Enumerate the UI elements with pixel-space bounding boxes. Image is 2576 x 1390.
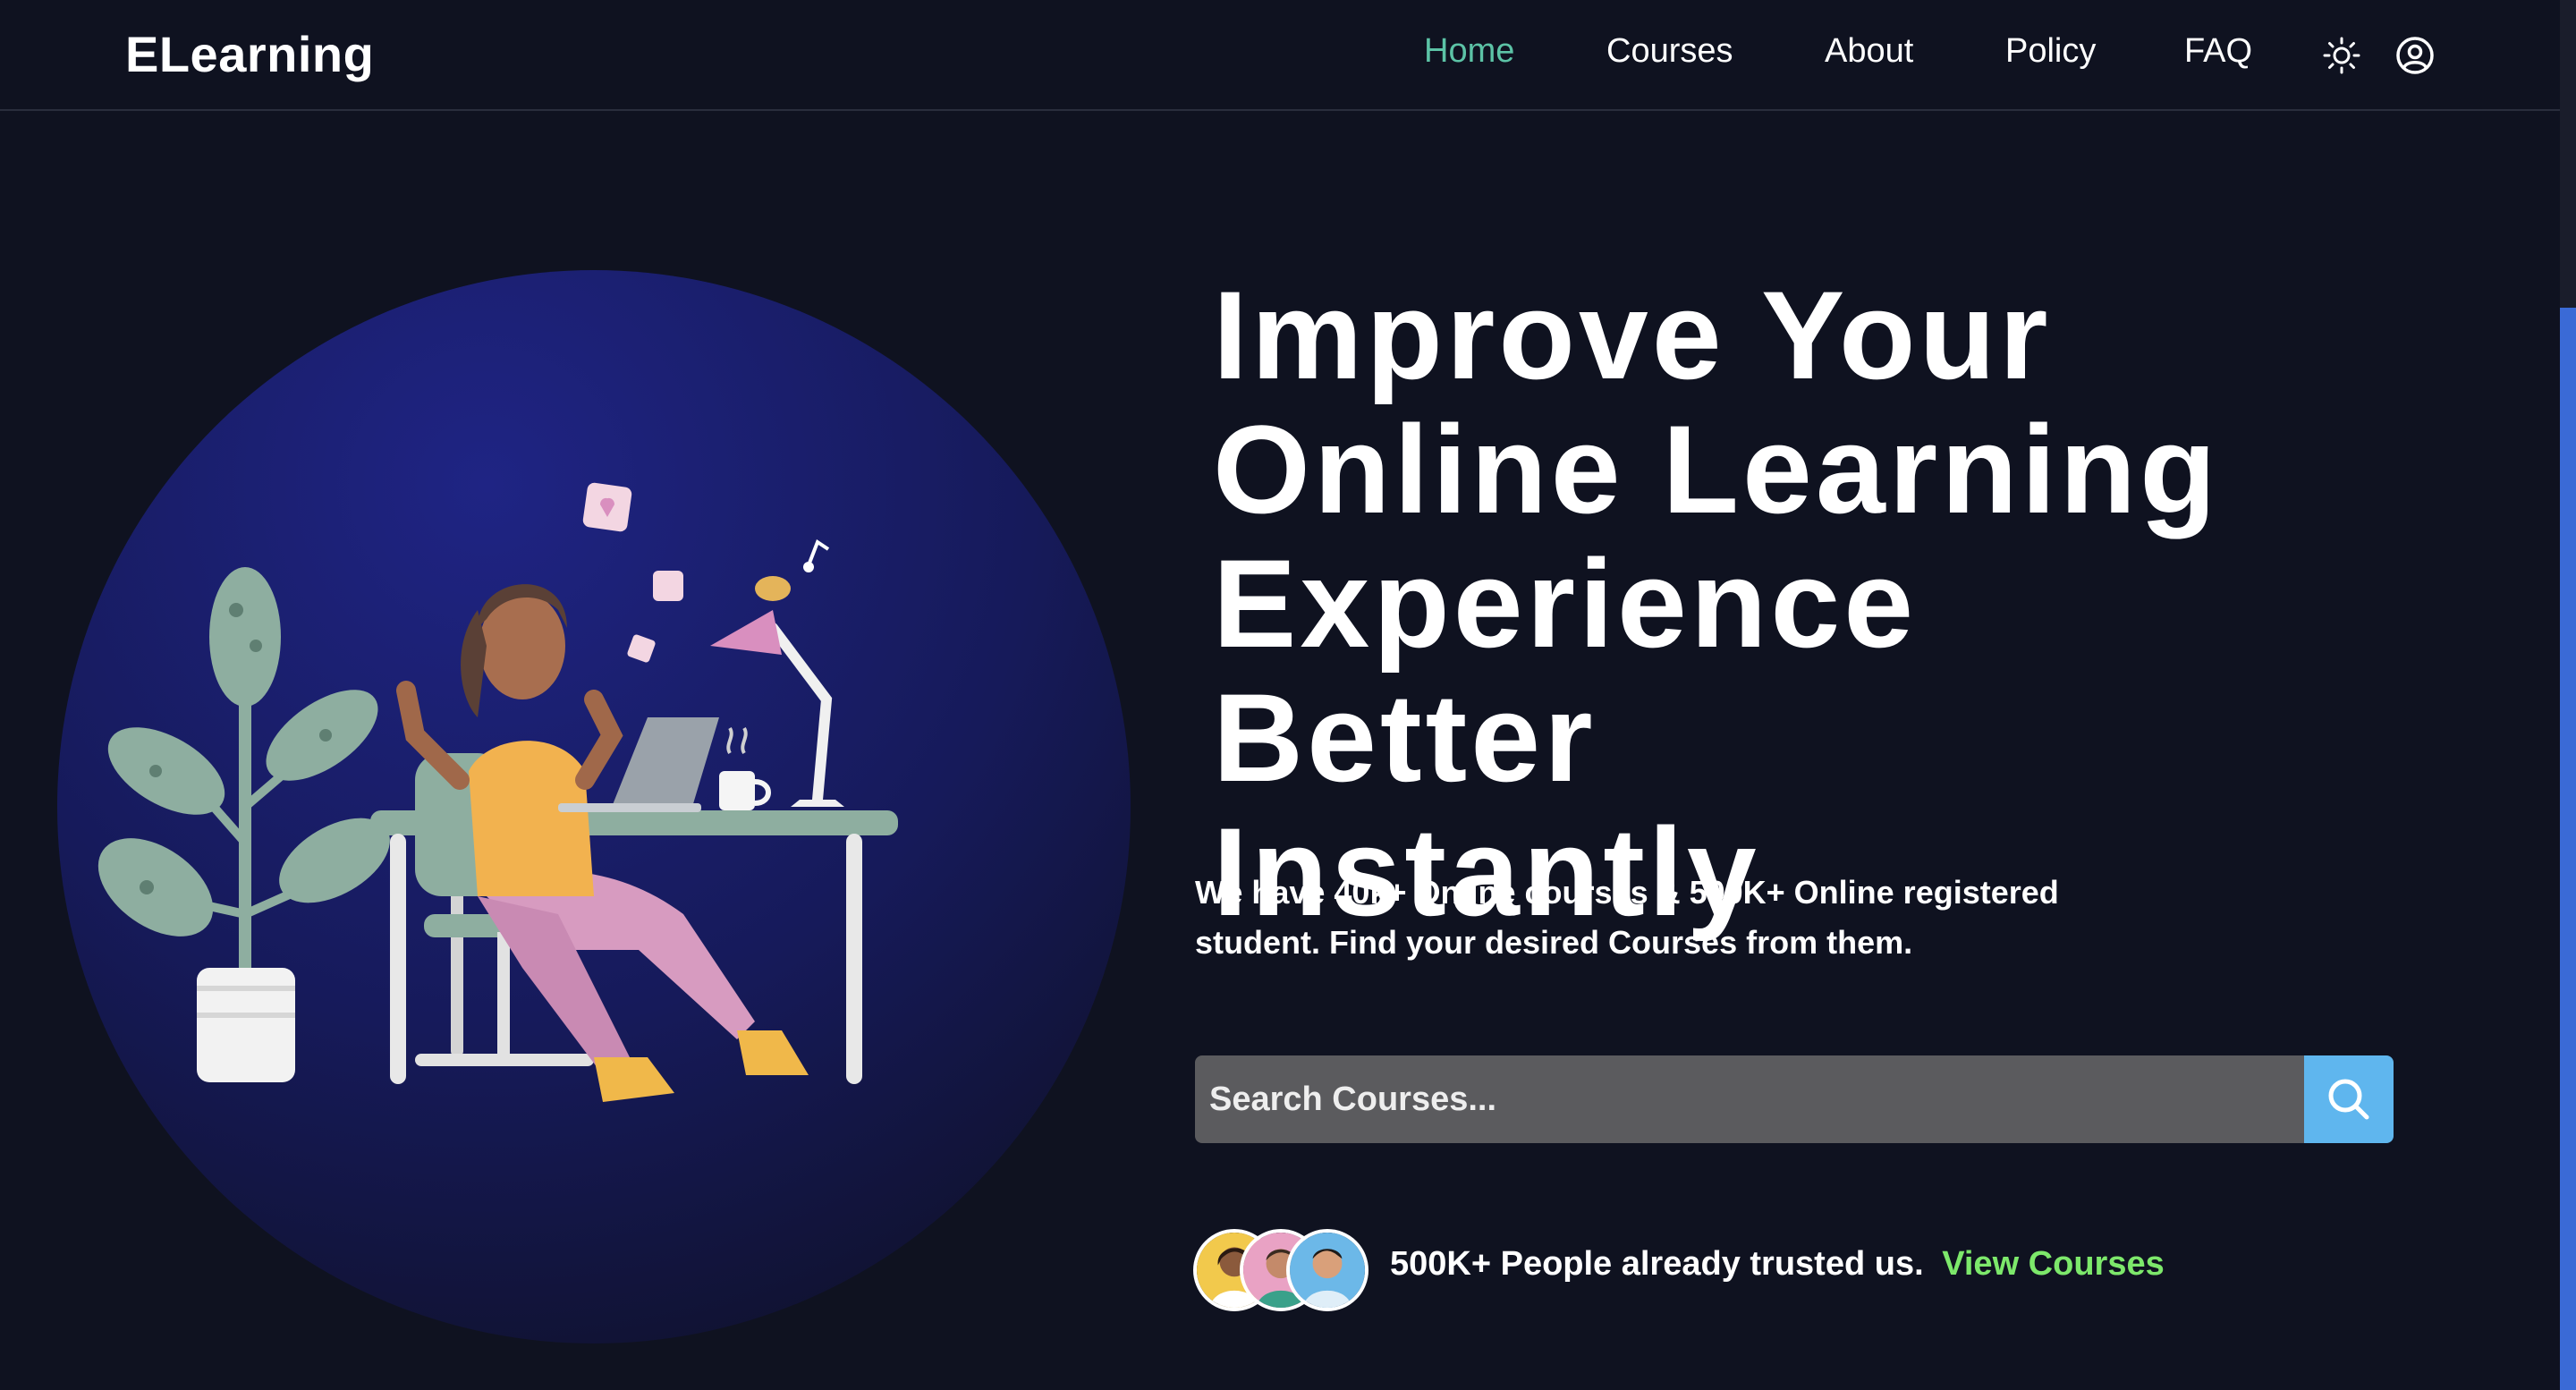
subtext-line-1: We have 40k+ Online courses & 500K+ Onli… xyxy=(1195,874,2059,911)
search-icon xyxy=(2328,1079,2369,1120)
user-circle-icon xyxy=(2396,37,2434,74)
subtext-line-2: student. Find your desired Courses from … xyxy=(1195,924,1913,961)
course-search-bar xyxy=(1195,1055,2394,1143)
headline-line-1: Improve Your xyxy=(1213,265,2052,405)
scrollbar-thumb[interactable] xyxy=(2560,308,2576,1390)
sun-icon xyxy=(2323,37,2360,74)
hero-headline: Improve Your Online Learning Experience … xyxy=(1213,268,2286,939)
hero-illustration xyxy=(57,270,1131,1343)
nav-home[interactable]: Home xyxy=(1424,32,1514,79)
nav-about[interactable]: About xyxy=(1825,32,1913,79)
hero-subtext: We have 40k+ Online courses & 500K+ Onli… xyxy=(1195,868,2089,968)
nav-courses[interactable]: Courses xyxy=(1606,32,1733,79)
account-button[interactable] xyxy=(2394,34,2436,77)
top-navbar: ELearning Home Courses About Policy FAQ xyxy=(0,0,2560,111)
site-logo[interactable]: ELearning xyxy=(125,25,374,83)
trust-row: 500K+ People already trusted us. View Co… xyxy=(1390,1245,2165,1284)
avatar-stack xyxy=(1193,1229,1372,1313)
page-scrollbar[interactable] xyxy=(2560,0,2576,1390)
search-input[interactable] xyxy=(1195,1055,2304,1143)
nav-policy[interactable]: Policy xyxy=(2005,32,2096,79)
view-courses-link[interactable]: View Courses xyxy=(1942,1245,2165,1283)
nav-faq[interactable]: FAQ xyxy=(2184,32,2252,79)
trust-text: 500K+ People already trusted us. xyxy=(1390,1245,1924,1283)
avatar xyxy=(1286,1229,1368,1311)
theme-toggle-button[interactable] xyxy=(2320,34,2363,77)
headline-line-2: Online Learning xyxy=(1213,399,2220,539)
headline-line-3: Experience Better xyxy=(1213,533,1918,808)
search-button[interactable] xyxy=(2304,1055,2394,1143)
